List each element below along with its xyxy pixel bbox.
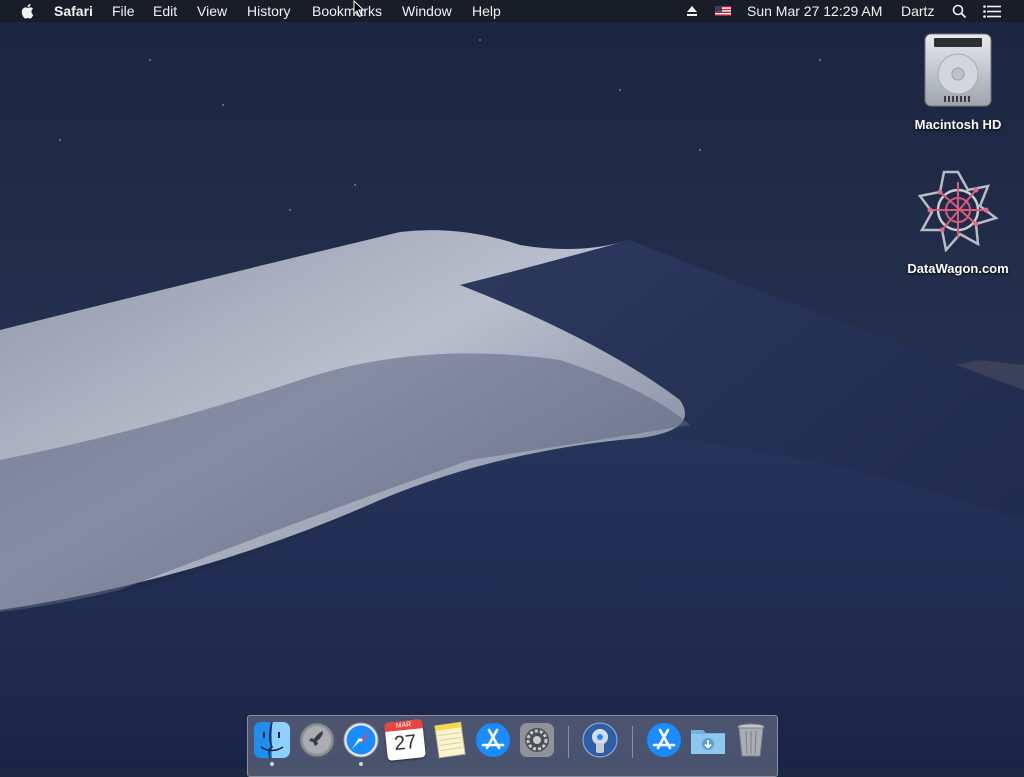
us-flag-input-source-icon[interactable] [715,6,731,16]
dock-separator [568,726,569,758]
downloads-folder-icon[interactable] [689,721,727,759]
system-preferences-icon[interactable] [518,721,556,759]
launchpad-icon[interactable] [298,721,336,759]
calendar-icon[interactable]: MAR 27 [384,719,426,761]
dock-running-indicator [270,762,274,766]
menu-history[interactable]: History [247,0,291,22]
clock-datetime[interactable]: Sun Mar 27 12:29 AM [747,0,882,22]
menu-edit[interactable]: Edit [153,0,177,22]
trash-icon[interactable] [732,721,770,759]
eject-icon[interactable] [686,5,698,17]
spotlight-search-icon[interactable] [952,4,967,19]
desktop-icon-label: Macintosh HD [914,117,1002,132]
desktop-icon-label: DataWagon.com [907,261,1009,276]
desktop-icon-macintosh-hd[interactable]: Macintosh HD [903,32,1013,132]
datawagon-logo-icon [917,170,999,253]
menu-window[interactable]: Window [402,0,452,22]
user-name[interactable]: Dartz [901,0,934,22]
dock-running-indicator [359,762,363,766]
safari-icon[interactable] [342,721,380,759]
menu-bar: Safari File Edit View History Bookmarks … [0,0,1024,22]
hard-drive-icon [924,33,992,107]
network-utility-icon[interactable] [581,721,619,759]
apple-menu-icon[interactable] [21,3,35,19]
menu-bookmarks[interactable]: Bookmarks [312,0,382,22]
mouse-cursor-icon [353,0,365,18]
finder-icon[interactable] [253,721,291,759]
menu-view[interactable]: View [197,0,227,22]
app-store-icon[interactable] [474,721,512,759]
menu-app-name[interactable]: Safari [54,0,93,22]
notes-icon[interactable] [431,721,469,759]
desktop-wallpaper [0,0,1024,768]
dock-separator [632,726,633,758]
desktop-icon-datawagon[interactable]: DataWagon.com [903,168,1013,276]
calendar-day: 27 [393,730,418,756]
notification-center-icon[interactable] [983,5,1001,18]
app-store-icon[interactable] [645,721,683,759]
menu-file[interactable]: File [112,0,135,22]
menu-help[interactable]: Help [472,0,501,22]
